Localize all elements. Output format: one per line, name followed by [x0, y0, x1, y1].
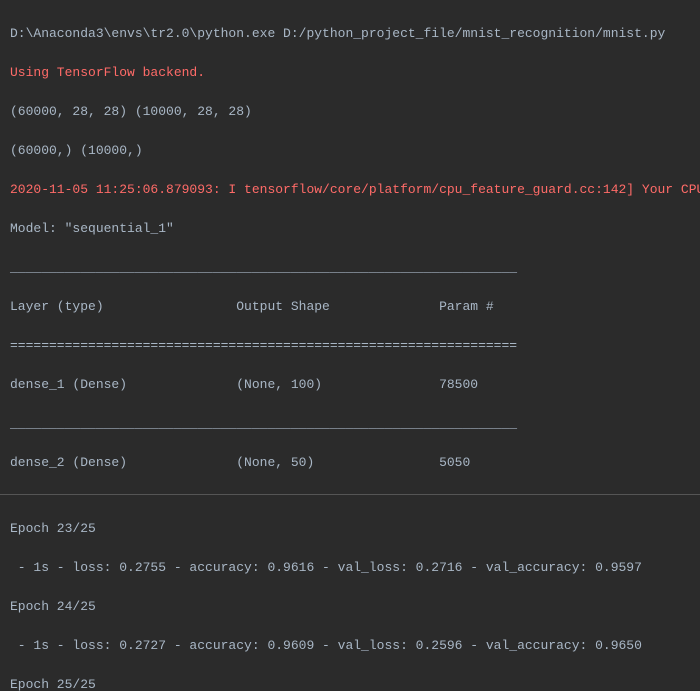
command-line: D:\Anaconda3\envs\tr2.0\python.exe D:/py…: [10, 24, 690, 44]
separator-underscore: ________________________________________…: [10, 414, 690, 434]
epoch-24-label: Epoch 24/25: [10, 597, 690, 617]
epoch-25-label: Epoch 25/25: [10, 675, 690, 691]
separator-equals: ========================================…: [10, 336, 690, 356]
model-name: Model: "sequential_1": [10, 219, 690, 239]
terminal-output-top: D:\Anaconda3\envs\tr2.0\python.exe D:/py…: [0, 0, 700, 495]
epoch-23-label: Epoch 23/25: [10, 519, 690, 539]
tensorflow-warning: 2020-11-05 11:25:06.879093: I tensorflow…: [10, 180, 690, 200]
backend-message: Using TensorFlow backend.: [10, 63, 690, 83]
epoch-24-stats: - 1s - loss: 0.2727 - accuracy: 0.9609 -…: [10, 636, 690, 656]
separator-underscore: ________________________________________…: [10, 258, 690, 278]
epoch-23-stats: - 1s - loss: 0.2755 - accuracy: 0.9616 -…: [10, 558, 690, 578]
table-header: Layer (type) Output Shape Param #: [10, 297, 690, 317]
layer-dense-1: dense_1 (Dense) (None, 100) 78500: [10, 375, 690, 395]
shapes-line-1: (60000, 28, 28) (10000, 28, 28): [10, 102, 690, 122]
layer-dense-2: dense_2 (Dense) (None, 50) 5050: [10, 453, 690, 473]
shapes-line-2: (60000,) (10000,): [10, 141, 690, 161]
terminal-output-bottom: Epoch 23/25 - 1s - loss: 0.2755 - accura…: [0, 495, 700, 691]
